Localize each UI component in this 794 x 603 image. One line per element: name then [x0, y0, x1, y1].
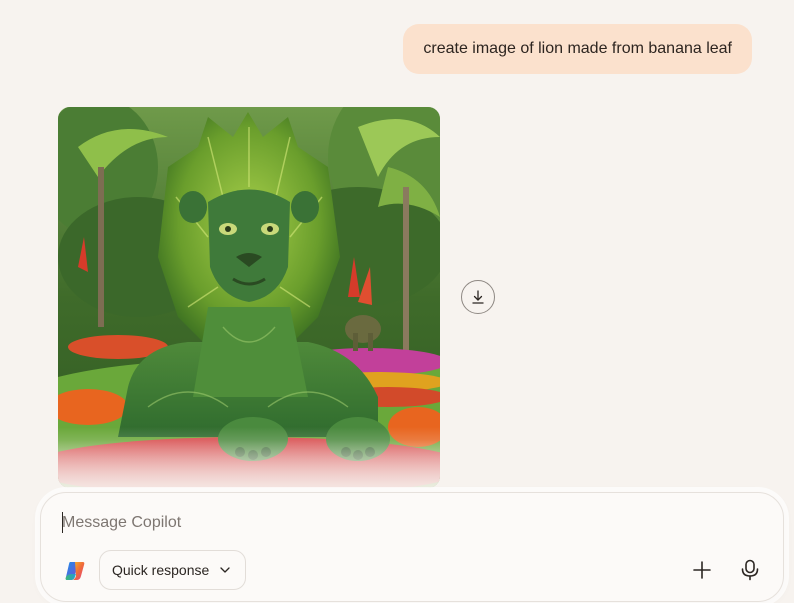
add-button[interactable] [687, 555, 717, 585]
download-button[interactable] [461, 280, 495, 314]
microphone-icon [741, 559, 759, 581]
response-mode-label: Quick response [112, 562, 210, 578]
user-message-text: create image of lion made from banana le… [423, 40, 732, 57]
generated-image[interactable] [58, 107, 440, 488]
message-composer: Quick response [40, 492, 784, 602]
copilot-logo-icon [65, 562, 85, 580]
lion-leaf-illustration [58, 107, 440, 488]
chat-page: create image of lion made from banana le… [0, 0, 794, 603]
response-mode-dropdown[interactable]: Quick response [99, 550, 247, 590]
download-icon [472, 290, 484, 304]
plus-icon [693, 561, 711, 579]
text-caret [62, 512, 63, 533]
chevron-down-icon [220, 567, 230, 573]
microphone-button[interactable] [735, 555, 765, 585]
user-message-bubble: create image of lion made from banana le… [403, 24, 752, 74]
message-input[interactable] [62, 511, 662, 535]
